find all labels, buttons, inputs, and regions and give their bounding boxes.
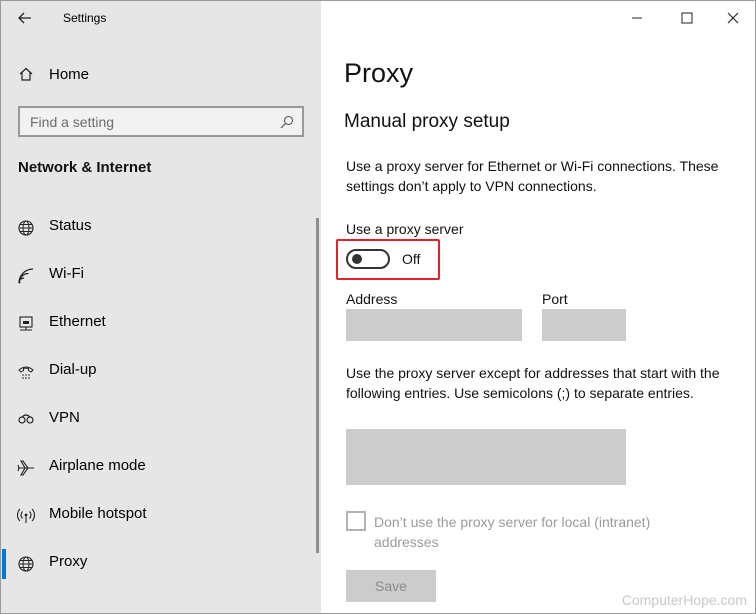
port-label: Port (542, 291, 568, 307)
search-placeholder: Find a setting (30, 114, 115, 130)
checkbox-label: Don’t use the proxy server for local (in… (374, 514, 651, 550)
port-field[interactable] (542, 309, 626, 341)
hotspot-icon (17, 508, 35, 523)
sidebar-item-label: Ethernet (49, 313, 106, 330)
exceptions-field[interactable] (346, 429, 626, 485)
ethernet-icon (19, 316, 33, 331)
phone-icon (18, 366, 34, 379)
title-bar: Settings (1, 1, 321, 35)
minimize-button[interactable] (614, 3, 660, 33)
toggle-state-label: Off (402, 251, 421, 267)
bypass-local-checkbox[interactable] (346, 511, 366, 531)
page-title: Proxy (344, 58, 414, 88)
save-button[interactable]: Save (346, 570, 436, 602)
sidebar-item-label: Home (49, 66, 90, 83)
sidebar-item-label: Wi-Fi (49, 265, 84, 282)
sidebar-item-wifi[interactable]: Wi-Fi (1, 255, 321, 295)
sidebar-item-label: Dial-up (49, 361, 97, 378)
sidebar-item-mobile-hotspot[interactable]: Mobile hotspot (1, 495, 321, 535)
sidebar-item-home[interactable]: Home (1, 57, 321, 91)
settings-window: Settings Home Find a setting Network & I… (0, 0, 756, 614)
sidebar-item-label: VPN (49, 409, 80, 426)
globe-icon (18, 556, 34, 572)
sidebar-item-ethernet[interactable]: Ethernet (1, 303, 321, 343)
close-button[interactable] (710, 3, 755, 33)
toggle-label: Use a proxy server (346, 221, 464, 237)
airplane-icon (17, 460, 34, 476)
sidebar-item-proxy[interactable]: Proxy (1, 543, 321, 583)
proxy-description: Use a proxy server for Ethernet or Wi-Fi… (346, 158, 719, 194)
close-icon (727, 12, 739, 24)
back-button[interactable] (11, 5, 39, 31)
section-heading: Manual proxy setup (344, 111, 510, 132)
wifi-icon (18, 268, 34, 284)
minimize-icon (632, 17, 642, 19)
sidebar-item-status[interactable]: Status (1, 207, 321, 247)
sidebar-scrollbar[interactable] (316, 218, 319, 553)
globe-icon (18, 220, 34, 236)
address-label: Address (346, 291, 398, 307)
sidebar-item-label: Mobile hotspot (49, 505, 147, 522)
search-input[interactable]: Find a setting (18, 106, 304, 137)
search-icon (280, 115, 294, 129)
sidebar-item-dialup[interactable]: Dial-up (1, 351, 321, 391)
app-title: Settings (63, 11, 107, 25)
sidebar-item-vpn[interactable]: VPN (1, 399, 321, 439)
sidebar-item-label: Airplane mode (49, 457, 146, 474)
sidebar-item-airplane-mode[interactable]: Airplane mode (1, 447, 321, 487)
home-icon (19, 67, 33, 81)
section-title: Network & Internet (18, 159, 152, 176)
sidebar: Settings Home Find a setting Network & I… (1, 1, 321, 613)
vpn-icon (18, 414, 34, 424)
main-content: Proxy Manual proxy setup Use a proxy ser… (321, 1, 755, 613)
watermark: ComputerHope.com (621, 592, 747, 608)
maximize-button[interactable] (664, 3, 710, 33)
toggle-knob (352, 254, 362, 264)
exceptions-description: Use the proxy server except for addresse… (346, 365, 720, 401)
sidebar-item-label: Status (49, 217, 92, 234)
address-field[interactable] (346, 309, 522, 341)
use-proxy-toggle[interactable] (346, 249, 390, 269)
maximize-icon (681, 12, 693, 24)
sidebar-item-label: Proxy (49, 553, 88, 570)
selected-indicator (2, 549, 6, 579)
back-arrow-icon (18, 12, 31, 24)
